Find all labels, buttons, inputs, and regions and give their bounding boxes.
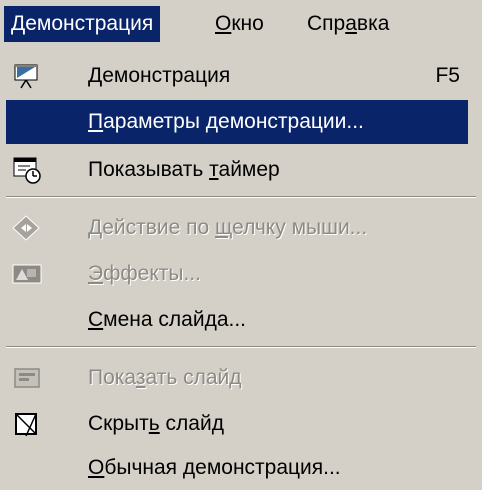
- menu-bar: Демонстрация Окно Справка: [0, 0, 482, 48]
- effects-label: ффекты...: [103, 262, 201, 285]
- menu-separator: [6, 346, 476, 348]
- effects-icon: [12, 264, 42, 284]
- menu-help[interactable]: Справка: [300, 6, 396, 42]
- show-settings-accel: П: [88, 110, 104, 133]
- menu-help-label-pre: Спр: [307, 12, 346, 35]
- mouse-action-label-pre: Действие по: [88, 216, 216, 239]
- start-show-accel: Д: [88, 64, 103, 87]
- menu-window[interactable]: Окно: [208, 6, 271, 42]
- menu-demonstration[interactable]: Демонстрация: [4, 6, 161, 42]
- hide-slide-accel: ь: [148, 412, 160, 435]
- menu-window-label: кно: [231, 12, 264, 35]
- show-timer-accel: т: [209, 158, 219, 181]
- menu-item-effects: Эффекты...: [6, 252, 468, 296]
- menu-item-slide-transition[interactable]: Смена слайда...: [6, 298, 468, 342]
- normal-show-label: бычная демонстрация...: [104, 456, 341, 479]
- menu-window-accel: О: [215, 12, 232, 35]
- normal-show-accel: О: [88, 456, 105, 479]
- menu-item-mouse-action: Действие по щелчку мыши...: [6, 206, 468, 250]
- menu-item-normal-show[interactable]: Обычная демонстрация...: [6, 446, 468, 490]
- show-slide-label-post: ать слайд: [145, 366, 242, 389]
- show-timer-label-post: аймер: [218, 158, 280, 181]
- menu-demonstration-label: Демонстрация: [11, 12, 154, 35]
- slide-transition-accel: С: [88, 308, 104, 331]
- menu-help-accel: а: [345, 12, 357, 35]
- demonstration-dropdown: Демонстрация F5 Параметры демонстрации..…: [0, 48, 482, 484]
- slide-transition-label: мена слайда...: [103, 308, 246, 331]
- menu-item-show-settings[interactable]: Параметры демонстрации...: [6, 100, 468, 144]
- menu-separator: [6, 196, 476, 198]
- effects-accel: Э: [88, 262, 104, 285]
- show-settings-label: араметры демонстрации...: [103, 110, 364, 133]
- show-slide-icon: [14, 368, 40, 388]
- mouse-action-label-post: елчку мыши...: [232, 216, 368, 239]
- menu-item-show-timer[interactable]: Показывать таймер: [6, 148, 468, 192]
- start-show-shortcut: F5: [435, 64, 460, 87]
- hide-slide-label-post: слайд: [159, 412, 224, 435]
- start-show-label: емонстрация: [102, 64, 231, 87]
- show-slide-accel: з: [135, 366, 146, 389]
- show-slide-label-pre: Пока: [88, 366, 136, 389]
- slideshow-icon: [14, 64, 38, 89]
- menu-item-show-slide: Показать слайд: [6, 356, 468, 400]
- hide-slide-icon: [15, 413, 37, 437]
- action-icon: [12, 215, 40, 241]
- menu-help-label-post: вка: [356, 12, 390, 35]
- timer-icon: [13, 157, 41, 184]
- menu-item-hide-slide[interactable]: Скрыть слайд: [6, 402, 468, 446]
- mouse-action-accel: щ: [215, 216, 233, 239]
- hide-slide-label-pre: Скрыт: [88, 412, 149, 435]
- show-timer-label-pre: Показывать: [88, 158, 210, 181]
- menu-item-start-show[interactable]: Демонстрация F5: [6, 54, 468, 98]
